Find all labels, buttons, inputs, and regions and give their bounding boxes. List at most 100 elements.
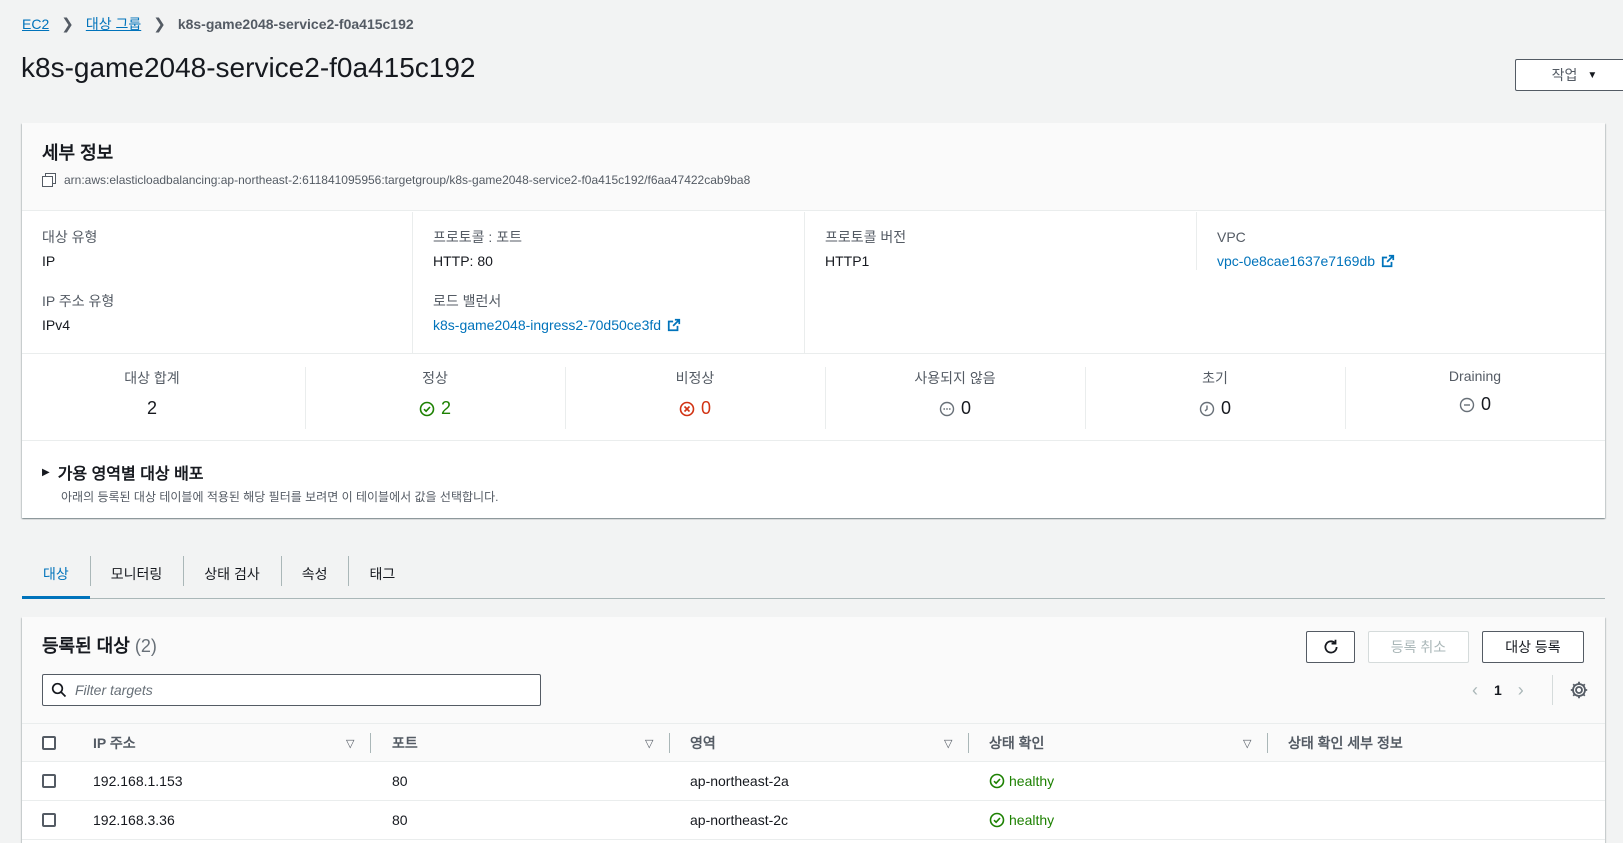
count-unhealthy-label: 비정상 (675, 370, 715, 386)
vpc-label: VPC (1217, 229, 1246, 245)
actions-button[interactable]: 작업 ▼ (1515, 59, 1623, 91)
filter-targets-input[interactable] (75, 682, 515, 698)
gear-icon[interactable] (1569, 680, 1589, 700)
column-header-zone[interactable]: 영역 (690, 724, 716, 762)
clock-icon (1199, 401, 1215, 416)
current-page[interactable]: 1 (1494, 682, 1502, 698)
caret-down-icon: ▼ (1587, 69, 1598, 81)
check-circle-icon (989, 773, 1005, 789)
next-page-icon[interactable]: › (1518, 680, 1524, 701)
cell-port: 80 (392, 773, 408, 789)
tab-targets[interactable]: 대상 (22, 550, 90, 599)
breadcrumb: EC2 ❯ 대상 그룹 ❯ k8s-game2048-service2-f0a4… (22, 14, 414, 34)
column-header-ip[interactable]: IP 주소 (93, 724, 136, 762)
sort-icon[interactable]: ▽ (1243, 737, 1251, 750)
row-select-cell (42, 801, 56, 839)
details-column-2: 프로토콜 : 포트 HTTP: 80 로드 밸런서 k8s-game2048-i… (412, 212, 804, 354)
breadcrumb-current: k8s-game2048-service2-f0a415c192 (177, 16, 414, 32)
page-title: k8s-game2048-service2-f0a415c192 (21, 52, 476, 83)
count-unused-row: 0 (825, 398, 1085, 419)
x-circle-icon (679, 401, 695, 416)
protocol-version-value: HTTP1 (825, 253, 870, 269)
table-row[interactable]: 192.168.3.36 80 ap-northeast-2c healthy (22, 801, 1605, 840)
ip-type-value: IPv4 (42, 317, 71, 333)
vpc-link[interactable]: vpc-0e8cae1637e7169db (1217, 252, 1395, 270)
tab-tags[interactable]: 태그 (348, 550, 416, 598)
row-checkbox[interactable] (42, 813, 56, 827)
count-unhealthy-value: 0 (700, 398, 711, 418)
pagination-divider (1552, 675, 1553, 705)
table-header: IP 주소 ▽ 포트 ▽ 영역 ▽ 상태 확인 ▽ 상태 확인 세부 정보 (22, 723, 1605, 762)
count-initial-label: 초기 (1202, 370, 1228, 386)
tab-monitoring[interactable]: 모니터링 (89, 550, 184, 598)
ip-type-label: IP 주소 유형 (42, 293, 115, 309)
check-circle-icon (989, 812, 1005, 828)
registered-targets-title-text: 등록된 대상 (42, 636, 130, 656)
target-type-value: IP (42, 253, 56, 269)
register-targets-button[interactable]: 대상 등록 (1482, 631, 1584, 663)
details-panel: 세부 정보 arn:aws:elasticloadbalancing:ap-no… (22, 123, 1605, 518)
details-grid: 대상 유형 IP IP 주소 유형 IPv4 프로토콜 : 포트 HTTP: 8… (22, 212, 1605, 354)
count-unused-value: 0 (960, 398, 971, 418)
target-counts: 대상 합계 2 정상 2 비정상 0 사용되지 않음 0 초기 0 Draini… (22, 355, 1605, 441)
registered-targets-header: 등록된 대상 (2) 등록 취소 대상 등록 ‹ 1 › (22, 617, 1605, 723)
registered-targets-panel: 등록된 대상 (2) 등록 취소 대상 등록 ‹ 1 › IP 주소 ▽ 포트 … (22, 617, 1605, 843)
sort-icon[interactable]: ▽ (645, 737, 653, 750)
target-type-label: 대상 유형 (42, 229, 98, 245)
cell-health: healthy (989, 762, 1054, 800)
registered-targets-title: 등록된 대상 (2) (42, 632, 157, 658)
load-balancer-field: 로드 밸런서 k8s-game2048-ingress2-70d50ce3fd (433, 292, 681, 334)
count-initial: 초기 0 (1085, 355, 1345, 441)
refresh-button[interactable] (1306, 631, 1355, 663)
cell-health: healthy (989, 801, 1054, 839)
breadcrumb-target-groups-link[interactable]: 대상 그룹 (86, 14, 141, 34)
column-divider[interactable] (669, 733, 670, 753)
count-healthy-value: 2 (440, 398, 451, 418)
protocol-port-label: 프로토콜 : 포트 (433, 229, 522, 245)
load-balancer-link[interactable]: k8s-game2048-ingress2-70d50ce3fd (433, 316, 681, 334)
refresh-icon (1323, 639, 1338, 654)
tab-attributes[interactable]: 속성 (280, 550, 349, 598)
vpc-field: VPC vpc-0e8cae1637e7169db (1217, 228, 1395, 270)
pagination: ‹ 1 › (1472, 677, 1524, 703)
load-balancer-label: 로드 밸런서 (433, 293, 502, 309)
column-divider[interactable] (370, 733, 371, 753)
column-divider[interactable] (968, 733, 969, 753)
az-distribution-toggle[interactable]: ▶ 가용 영역별 대상 배포 (42, 460, 498, 484)
count-total-value: 2 (146, 398, 157, 418)
tab-health-checks[interactable]: 상태 검사 (183, 550, 280, 598)
row-select-cell (42, 762, 56, 800)
filter-targets-field (42, 674, 541, 706)
column-header-health-details[interactable]: 상태 확인 세부 정보 (1288, 724, 1403, 762)
count-unused: 사용되지 않음 0 (825, 355, 1085, 441)
details-column-3: 프로토콜 버전 HTTP1 (804, 212, 1196, 354)
count-draining-row: 0 (1345, 394, 1605, 415)
sort-icon[interactable]: ▽ (346, 737, 354, 750)
row-checkbox[interactable] (42, 774, 56, 788)
breadcrumb-ec2-link[interactable]: EC2 (22, 16, 49, 32)
details-column-4: VPC vpc-0e8cae1637e7169db (1196, 212, 1605, 270)
count-draining-label: Draining (1448, 368, 1502, 384)
count-unhealthy-row: 0 (565, 398, 825, 419)
copy-icon[interactable] (42, 173, 56, 187)
count-unused-label: 사용되지 않음 (914, 370, 996, 386)
arn-row: arn:aws:elasticloadbalancing:ap-northeas… (42, 173, 750, 187)
deregister-button[interactable]: 등록 취소 (1368, 631, 1469, 663)
cell-zone: ap-northeast-2c (690, 812, 789, 828)
registered-targets-count: (2) (134, 636, 157, 656)
count-initial-value: 0 (1220, 398, 1231, 418)
chevron-right-icon: ❯ (61, 16, 74, 33)
column-header-port[interactable]: 포트 (392, 724, 418, 762)
sort-icon[interactable]: ▽ (944, 737, 952, 750)
table-row[interactable]: 192.168.1.153 80 ap-northeast-2a healthy (22, 762, 1605, 801)
external-link-icon (667, 318, 681, 332)
column-header-health[interactable]: 상태 확인 (989, 724, 1044, 762)
select-all-checkbox[interactable] (42, 736, 56, 750)
column-divider[interactable] (1267, 733, 1268, 753)
count-healthy-label: 정상 (422, 370, 448, 386)
protocol-port-value: HTTP: 80 (433, 253, 493, 269)
count-healthy-row: 2 (305, 398, 565, 419)
previous-page-icon[interactable]: ‹ (1472, 680, 1478, 701)
protocol-version-field: 프로토콜 버전 HTTP1 (825, 228, 906, 270)
details-header: 세부 정보 arn:aws:elasticloadbalancing:ap-no… (22, 123, 1605, 211)
